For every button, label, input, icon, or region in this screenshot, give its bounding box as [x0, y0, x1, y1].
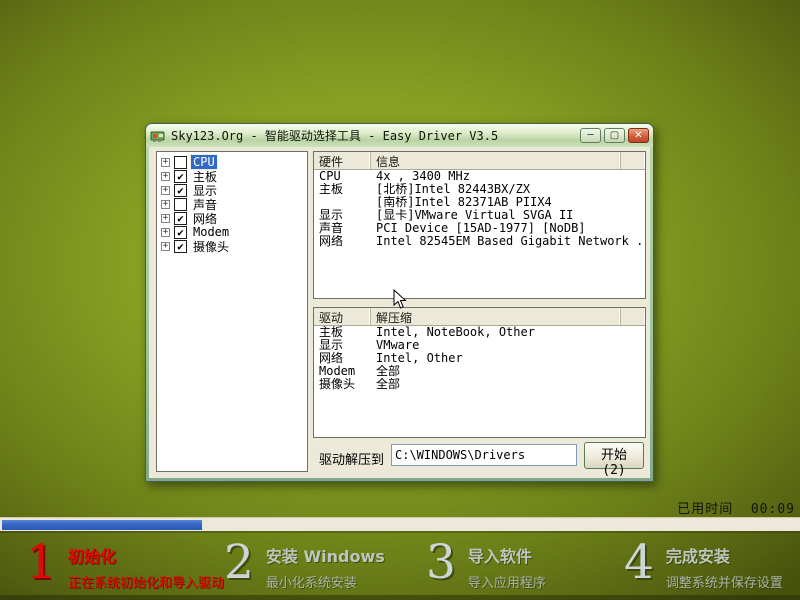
checkbox-mainboard[interactable]: ✔: [174, 170, 187, 183]
titlebar[interactable]: Sky123.Org - 智能驱动选择工具 - Easy Driver V3.5…: [146, 124, 653, 147]
step-4-finish-install: 4 完成安装 调整系统并保存设置: [624, 537, 783, 591]
step-2-install-windows: 2 安装 Windows 最小化系统安装: [224, 537, 385, 591]
hardware-row[interactable]: 显示 [显卡]VMware Virtual SVGA II: [314, 209, 645, 222]
expand-icon[interactable]: +: [161, 228, 170, 237]
tree-item-display[interactable]: + ✔ 显示: [161, 183, 307, 197]
close-button[interactable]: ✕: [628, 128, 649, 143]
hardware-row[interactable]: 声音 PCI Device [15AD-1977] [NoDB]: [314, 222, 645, 235]
expand-icon[interactable]: +: [161, 158, 170, 167]
driver-row[interactable]: 网络 Intel, Other: [314, 352, 645, 365]
hardware-row[interactable]: 主板 [北桥]Intel 82443BX/ZX: [314, 183, 645, 196]
minimize-button[interactable]: ─: [580, 128, 601, 143]
checkbox-display[interactable]: ✔: [174, 184, 187, 197]
checkbox-network[interactable]: ✔: [174, 212, 187, 225]
step-number: 3: [426, 537, 456, 589]
checkbox-cpu[interactable]: [174, 156, 187, 169]
step-number: 2: [224, 537, 254, 589]
elapsed-time: 已用时间 00:09: [677, 498, 795, 517]
driver-row[interactable]: Modem 全部: [314, 365, 645, 378]
column-header-filler: [621, 308, 645, 325]
expand-icon[interactable]: +: [161, 214, 170, 223]
step-title: 完成安装: [666, 543, 783, 567]
checkbox-sound[interactable]: [174, 198, 187, 211]
tree-item-cpu[interactable]: + CPU: [161, 155, 307, 169]
expand-icon[interactable]: +: [161, 186, 170, 195]
checkbox-modem[interactable]: ✔: [174, 226, 187, 239]
column-header-driver[interactable]: 驱动: [314, 308, 371, 325]
hardware-list-header: 硬件 信息: [314, 152, 645, 170]
extract-path-label: 驱动解压到: [319, 449, 384, 468]
window-title: Sky123.Org - 智能驱动选择工具 - Easy Driver V3.5: [171, 127, 577, 144]
step-title: 安装 Windows: [266, 543, 385, 567]
tree-item-network[interactable]: + ✔ 网络: [161, 211, 307, 225]
tree-item-modem[interactable]: + ✔ Modem: [161, 225, 307, 239]
extract-path-input[interactable]: [391, 444, 577, 466]
tree-item-camera[interactable]: + ✔ 摄像头: [161, 239, 307, 253]
maximize-button[interactable]: ▢: [604, 128, 625, 143]
tree-item-mainboard[interactable]: + ✔ 主板: [161, 169, 307, 183]
divider: [0, 531, 800, 533]
expand-icon[interactable]: +: [161, 200, 170, 209]
dialog-client-area: + CPU + ✔ 主板 + ✔ 显示 + 声音 + ✔ 网: [149, 147, 650, 478]
bottom-edge-strip: [0, 595, 800, 600]
tree-item-sound[interactable]: + 声音: [161, 197, 307, 211]
column-header-filler: [621, 152, 645, 169]
elapsed-time-label: 已用时间: [677, 502, 733, 517]
step-number: 1: [26, 537, 56, 589]
start-button[interactable]: 开始(2): [584, 442, 644, 469]
hardware-row[interactable]: [南桥]Intel 82371AB PIIX4: [314, 196, 645, 209]
column-header-info[interactable]: 信息: [371, 152, 621, 169]
step-title: 初始化: [68, 543, 224, 567]
hardware-row[interactable]: 网络 Intel 82545EM Based Gigabit Network .…: [314, 235, 645, 248]
column-header-extract[interactable]: 解压缩: [371, 308, 621, 325]
driver-row[interactable]: 显示 VMware: [314, 339, 645, 352]
step-title: 导入软件: [468, 543, 546, 567]
elapsed-time-value: 00:09: [751, 502, 795, 517]
install-progress-bar: [0, 517, 800, 531]
step-subtitle: 调整系统并保存设置: [666, 572, 783, 591]
step-subtitle: 最小化系统安装: [266, 572, 385, 591]
step-3-import-software: 3 导入软件 导入应用程序: [426, 537, 546, 591]
install-progress-fill: [2, 520, 202, 530]
expand-icon[interactable]: +: [161, 242, 170, 251]
driver-row[interactable]: 摄像头 全部: [314, 378, 645, 391]
checkbox-camera[interactable]: ✔: [174, 240, 187, 253]
driver-row[interactable]: 主板 Intel, NoteBook, Other: [314, 326, 645, 339]
expand-icon[interactable]: +: [161, 172, 170, 181]
driver-list: 驱动 解压缩 主板 Intel, NoteBook, Other 显示 VMwa…: [313, 307, 646, 438]
column-header-hardware[interactable]: 硬件: [314, 152, 371, 169]
step-1-initialize: 1 初始化 正在系统初始化和导入驱动: [26, 537, 224, 591]
step-number: 4: [624, 537, 654, 589]
tree-item-label[interactable]: 网络: [191, 210, 219, 227]
hardware-row[interactable]: CPU 4x , 3400 MHz: [314, 170, 645, 183]
tree-item-label[interactable]: 摄像头: [191, 238, 231, 255]
step-subtitle: 正在系统初始化和导入驱动: [68, 572, 224, 591]
mouse-cursor: [393, 289, 407, 310]
hardware-info-list: 硬件 信息 CPU 4x , 3400 MHz 主板 [北桥]Intel 824…: [313, 151, 646, 299]
device-tree: + CPU + ✔ 主板 + ✔ 显示 + 声音 + ✔ 网: [156, 151, 308, 472]
step-subtitle: 导入应用程序: [468, 572, 546, 591]
driver-list-header: 驱动 解压缩: [314, 308, 645, 326]
app-icon: [150, 128, 166, 144]
